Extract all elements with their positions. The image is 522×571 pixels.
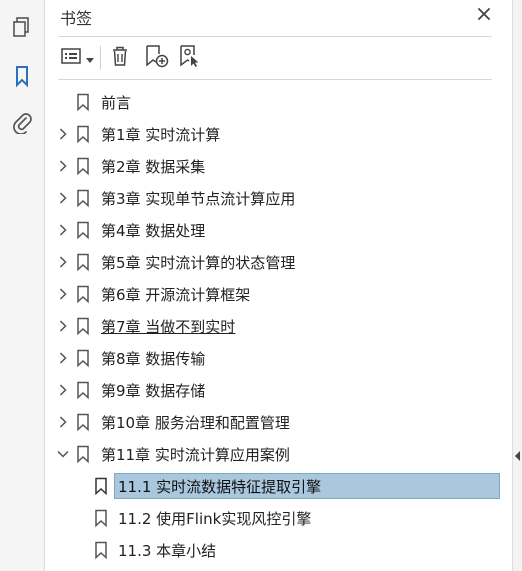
bookmark-icon (76, 157, 90, 176)
chevron-right-icon[interactable] (56, 383, 70, 397)
bookmark-label: 第10章 服务治理和配置管理 (101, 414, 290, 432)
bookmark-icon (76, 253, 90, 272)
bookmark-icon (76, 125, 90, 144)
bookmark-icon (94, 509, 108, 528)
options-menu-icon (60, 46, 84, 70)
chevron-right-icon[interactable] (56, 287, 70, 301)
bookmark-icon (76, 381, 90, 400)
panel-splitter[interactable] (512, 0, 522, 571)
bookmark-icon (94, 541, 108, 560)
bookmark-icon (76, 317, 90, 336)
bookmark-from-selection-button[interactable] (178, 45, 202, 71)
bookmark-item[interactable]: 第4章 数据处理 (46, 215, 512, 245)
close-icon[interactable] (476, 6, 494, 24)
pages-icon[interactable] (8, 14, 36, 42)
chevron-right-icon[interactable] (56, 319, 70, 333)
new-bookmark-button[interactable] (144, 45, 170, 71)
bookmark-icon (76, 413, 90, 432)
bookmark-label: 第1章 实时流计算 (101, 126, 221, 144)
bookmark-label: 第4章 数据处理 (101, 222, 206, 240)
chevron-right-icon[interactable] (56, 415, 70, 429)
chevron-right-icon[interactable] (56, 351, 70, 365)
chevron-right-icon[interactable] (56, 159, 70, 173)
bookmark-icon (76, 445, 90, 464)
bookmark-label: 第8章 数据传输 (101, 350, 206, 368)
bookmark-icon (76, 349, 90, 368)
bookmarks-panel: 书签 前言 第1章 实时流计算 第2章 数据采集 第3章 实现单节点流计算应用 … (46, 0, 512, 571)
bookmark-icon (76, 221, 90, 240)
bookmark-toolbar (58, 36, 492, 80)
bookmark-icon (76, 93, 90, 112)
bookmark-item[interactable]: 第9章 数据存储 (46, 375, 512, 405)
chevron-right-icon[interactable] (56, 255, 70, 269)
bookmark-label: 第5章 实时流计算的状态管理 (101, 254, 296, 272)
bookmark-item[interactable]: 第10章 服务治理和配置管理 (46, 407, 512, 437)
bookmark-item[interactable]: 第7章 当做不到实时 (46, 311, 512, 341)
bookmark-label: 11.3 本章小结 (118, 542, 217, 560)
bookmark-label: 第11章 实时流计算应用案例 (101, 446, 290, 464)
options-menu-button[interactable] (60, 45, 94, 71)
bookmark-label: 11.1 实时流数据特征提取引擎 (118, 478, 322, 496)
bookmark-item[interactable]: 第5章 实时流计算的状态管理 (46, 247, 512, 277)
bookmark-item[interactable]: 第1章 实时流计算 (46, 119, 512, 149)
bookmark-label-hovered: 第7章 当做不到实时 (101, 318, 236, 336)
bookmark-label: 前言 (101, 94, 132, 112)
bookmark-child-item[interactable]: 11.2 使用Flink实现风控引擎 (46, 503, 512, 533)
collapse-panel-icon[interactable] (513, 447, 521, 461)
navigation-rail (0, 0, 45, 571)
toolbar-divider (100, 46, 101, 70)
bookmark-from-selection-icon (178, 44, 202, 72)
delete-bookmark-button[interactable] (110, 45, 130, 71)
bookmark-child-item[interactable]: 11.3 本章小结 (46, 535, 512, 565)
bookmark-child-item-selected[interactable]: 11.1 实时流数据特征提取引擎 (46, 471, 512, 501)
chevron-right-icon[interactable] (56, 223, 70, 237)
bookmark-item-expanded[interactable]: 第11章 实时流计算应用案例 (46, 439, 512, 469)
bookmark-label: 第9章 数据存储 (101, 382, 206, 400)
bookmark-item[interactable]: 第3章 实现单节点流计算应用 (46, 183, 512, 213)
bookmark-item[interactable]: 第6章 开源流计算框架 (46, 279, 512, 309)
chevron-right-icon[interactable] (56, 127, 70, 141)
bookmark-item[interactable]: 第8章 数据传输 (46, 343, 512, 373)
bookmark-label: 11.2 使用Flink实现风控引擎 (118, 510, 312, 528)
bookmark-label: 第2章 数据采集 (101, 158, 206, 176)
bookmark-item[interactable]: 前言 (46, 87, 512, 117)
attachment-icon[interactable] (8, 108, 36, 136)
chevron-down-icon[interactable] (56, 447, 70, 461)
bookmark-item[interactable]: 第2章 数据采集 (46, 151, 512, 181)
bookmark-icon (76, 285, 90, 304)
bookmark-icon[interactable] (8, 62, 36, 90)
panel-title: 书签 (60, 9, 93, 28)
bookmark-icon (76, 189, 90, 208)
chevron-down-icon (86, 49, 94, 68)
new-bookmark-icon (144, 44, 170, 72)
delete-icon (110, 45, 130, 71)
panel-header: 书签 (46, 0, 512, 34)
bookmark-label: 第6章 开源流计算框架 (101, 286, 251, 304)
chevron-right-icon[interactable] (56, 191, 70, 205)
bookmark-label: 第3章 实现单节点流计算应用 (101, 190, 296, 208)
bookmark-icon (94, 477, 108, 496)
